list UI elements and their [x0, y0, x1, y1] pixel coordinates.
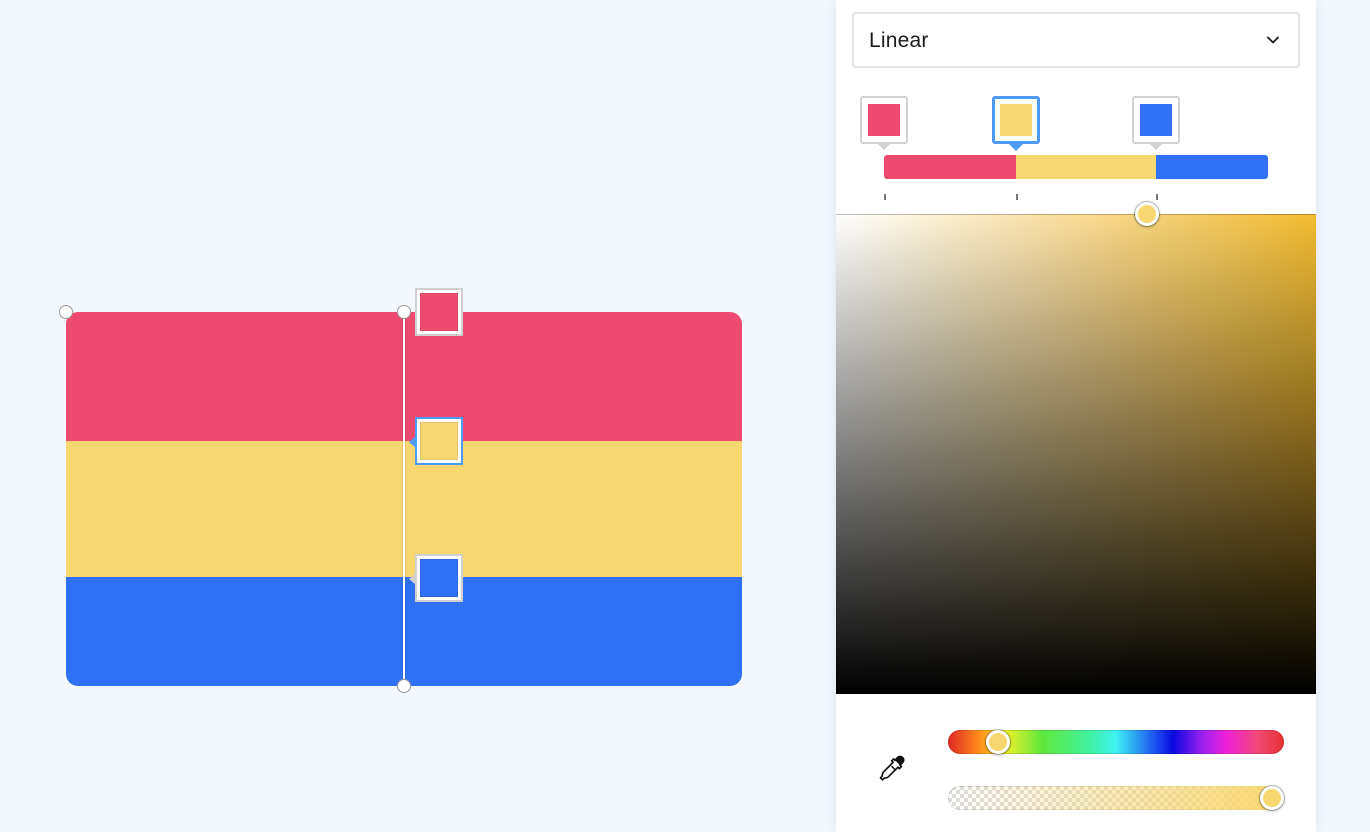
- canvas-color-stop-2[interactable]: [409, 417, 463, 465]
- gradient-preview-segment-2: [1016, 155, 1156, 179]
- canvas-color-stop-1[interactable]: [415, 288, 463, 336]
- gradient-type-select[interactable]: Linear: [852, 12, 1300, 68]
- shape-corner-handle[interactable]: [59, 305, 73, 319]
- alpha-slider[interactable]: [948, 786, 1284, 810]
- stop-tick-1: [884, 194, 886, 200]
- canvas-stop-swatch-3: [420, 559, 458, 597]
- gradient-editor-panel: Linear: [836, 0, 1316, 832]
- canvas-stop-swatch-2: [420, 422, 458, 460]
- stop-marker-3[interactable]: [1132, 96, 1180, 150]
- gradient-end-handle[interactable]: [397, 679, 411, 693]
- eyedropper-icon[interactable]: [876, 752, 910, 786]
- gradient-direction-line: [403, 312, 405, 686]
- stop-tick-2: [1016, 194, 1018, 200]
- canvas-stop-pointer-3: [409, 573, 416, 585]
- canvas-stop-swatch-1: [420, 293, 458, 331]
- stop-marker-swatch-2: [1000, 104, 1032, 136]
- gradient-start-handle[interactable]: [397, 305, 411, 319]
- stop-marker-1[interactable]: [860, 96, 908, 150]
- gradient-type-value: Linear: [869, 29, 929, 52]
- alpha-slider-thumb[interactable]: [1260, 786, 1284, 810]
- canvas: [0, 0, 836, 832]
- canvas-color-stop-3[interactable]: [409, 554, 463, 602]
- value-layer: [836, 214, 1316, 694]
- stop-marker-2[interactable]: [992, 96, 1040, 151]
- chevron-down-icon: [1267, 36, 1279, 44]
- stop-marker-tail-3: [1149, 143, 1163, 150]
- alpha-fill: [948, 786, 1284, 810]
- stop-tick-3: [1156, 194, 1158, 200]
- stop-marker-swatch-3: [1140, 104, 1172, 136]
- stop-marker-tail-1: [877, 143, 891, 150]
- gradient-preview-bar[interactable]: [884, 155, 1268, 179]
- gradient-preview-segment-1: [884, 155, 1016, 179]
- stop-marker-tail-2: [1009, 144, 1023, 151]
- canvas-stop-pointer-2: [409, 436, 416, 448]
- saturation-value-cursor[interactable]: [1135, 202, 1160, 226]
- gradient-preview-segment-3: [1156, 155, 1268, 179]
- sv-top-edge: [836, 214, 1316, 215]
- saturation-value-area[interactable]: [836, 214, 1316, 694]
- hue-slider-thumb[interactable]: [986, 730, 1011, 754]
- stop-marker-swatch-1: [868, 104, 900, 136]
